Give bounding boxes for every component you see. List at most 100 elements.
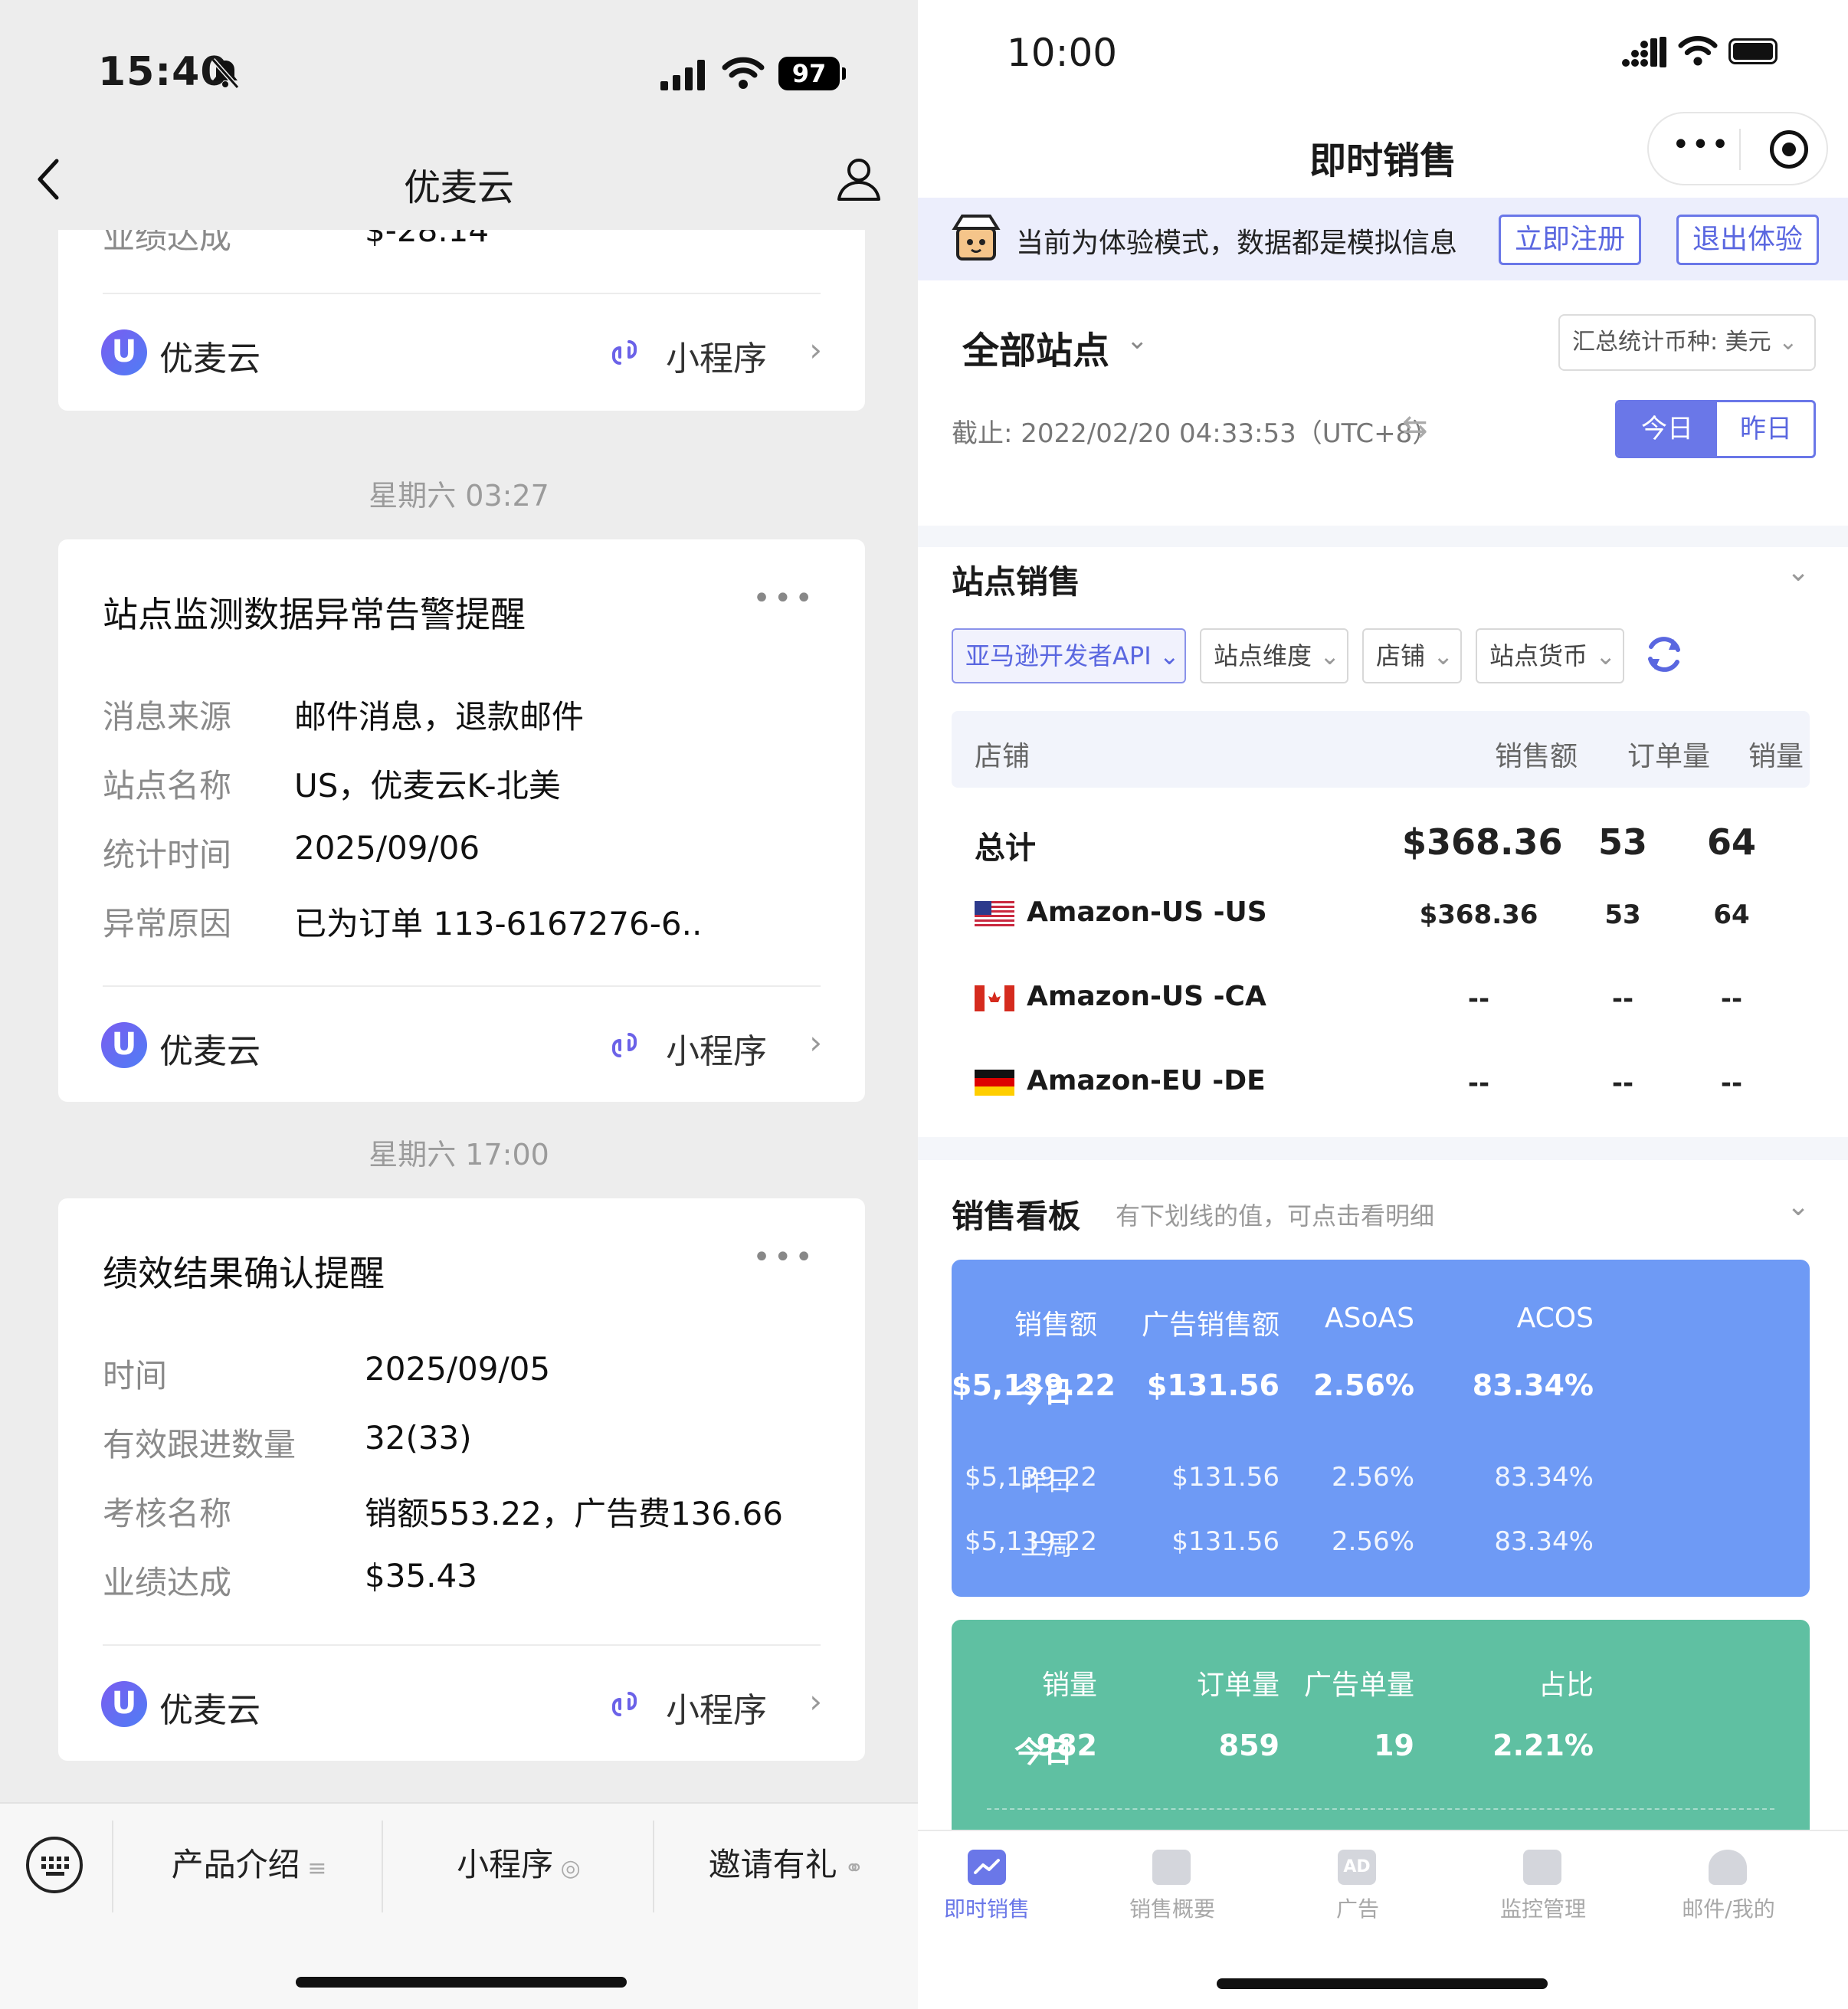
brand-name: 优麦云 [159, 1691, 260, 1730]
mini-program-link[interactable]: 小程序 [666, 331, 767, 380]
menu-mini-program[interactable]: 小程序 ◎ [385, 1834, 653, 1896]
shop-orders[interactable]: 53 [1569, 900, 1676, 930]
total-qty[interactable]: 64 [1686, 821, 1778, 863]
metric-value[interactable]: $131.56 [1111, 1368, 1280, 1402]
sales-board-hint: 有下划线的值，可点击看明细 [1116, 1201, 1435, 1231]
shop-sales[interactable]: $368.36 [1402, 900, 1555, 930]
chip-label: 亚马逊开发者API [965, 641, 1152, 670]
tab-ads[interactable]: 广告 [1289, 1893, 1427, 1923]
chip-label: 站点维度 [1214, 641, 1312, 670]
yesterday-tab[interactable]: 昨日 [1717, 402, 1814, 456]
chevron-right-icon: › [809, 331, 822, 369]
metric-header: 广告销售额 [1141, 1309, 1280, 1341]
message-card-partial[interactable]: 业绩达成 $-28.14 U 优麦云 小程序 › [58, 230, 865, 411]
close-miniprogram-icon[interactable] [1770, 130, 1808, 169]
menu-divider [112, 1821, 113, 1912]
metric-value[interactable]: 859 [1111, 1729, 1280, 1762]
field-value: 已为订单 113-6167276-6.. [294, 905, 703, 942]
card-title: 绩效结果确认提醒 [103, 1253, 385, 1294]
exit-trial-button[interactable]: 退出体验 [1676, 215, 1819, 265]
metric-value: 2.56% [1331, 1462, 1414, 1493]
mini-program-link-icon [612, 340, 637, 365]
brand-name: 优麦云 [159, 339, 260, 379]
chevron-right-icon: › [809, 1024, 822, 1061]
battery-indicator: 97 [778, 57, 846, 90]
chart-line-icon [968, 1850, 1006, 1885]
more-icon[interactable]: ••• [1672, 127, 1731, 162]
column-header: 销售额 [1494, 741, 1578, 772]
tab-sales-summary[interactable]: 销售概要 [1103, 1893, 1241, 1923]
message-card-site-alert[interactable]: 站点监测数据异常告警提醒 ••• 消息来源 邮件消息，退款邮件 站点名称 US，… [58, 539, 865, 1102]
shop-name: Amazon-US -CA [1027, 981, 1266, 1012]
chip-label: 站点货币 [1489, 641, 1588, 670]
message-stream[interactable]: 业绩达成 $-28.14 U 优麦云 小程序 › 星期六 03:27 站点监测数… [0, 230, 918, 1801]
cutoff-time: 截止: 2022/02/20 04:33:53（UTC+8） [952, 418, 1439, 449]
metric-value: 2.21% [1492, 1729, 1594, 1762]
mini-program-link[interactable]: 小程序 [666, 1024, 767, 1073]
metric-header: ACOS [1516, 1303, 1594, 1334]
brand-name: 优麦云 [159, 1032, 260, 1071]
chip-site-currency[interactable]: 站点货币 ⌄ [1476, 628, 1624, 683]
field-value: 2025/09/06 [294, 829, 480, 867]
field-value: 邮件消息，退款邮件 [294, 698, 585, 736]
shop-qty[interactable]: 64 [1686, 900, 1778, 930]
menu-invite[interactable]: 邀请有礼 ⚭ [656, 1834, 916, 1896]
tab-monitoring[interactable]: 监控管理 [1474, 1893, 1612, 1923]
total-sales[interactable]: $368.36 [1402, 821, 1563, 863]
chevron-down-icon: ⌄ [1151, 641, 1180, 670]
shop-name: Amazon-US -US [1027, 896, 1267, 928]
column-header: 销量 [1748, 741, 1804, 772]
metric-value[interactable]: 982 [952, 1729, 1097, 1762]
chevron-down-icon: ⌄ [1778, 329, 1798, 356]
tab-mail-me[interactable]: 邮件/我的 [1660, 1893, 1797, 1923]
chip-site-dimension[interactable]: 站点维度 ⌄ [1200, 628, 1348, 683]
menu-product-intro[interactable]: 产品介绍 ≡ [115, 1834, 383, 1896]
field-label: 统计时间 [103, 836, 232, 873]
total-orders[interactable]: 53 [1569, 821, 1676, 863]
metric-value: 2.56% [1331, 1526, 1414, 1557]
collapse-chevron-icon[interactable]: ⌄ [1787, 556, 1810, 588]
de-flag-icon [975, 1070, 1014, 1096]
metric-header: ASoAS [1325, 1303, 1414, 1334]
youmaiyun-logo-icon: U [101, 1681, 147, 1727]
profile-icon[interactable] [835, 155, 883, 202]
field-label: 消息来源 [103, 698, 232, 736]
message-card-performance[interactable]: 绩效结果确认提醒 ••• 时间 2025/09/05 有效跟进数量 32(33)… [58, 1198, 865, 1761]
menu-label: 邀请有礼 [708, 1846, 837, 1883]
field-value: 2025/09/05 [365, 1350, 551, 1388]
column-header: 店铺 [975, 741, 1030, 772]
refresh-icon[interactable] [1643, 633, 1686, 676]
site-selector[interactable]: 全部站点 [962, 320, 1109, 374]
metric-value[interactable]: $5,139.22 [952, 1368, 1116, 1402]
metric-header: 销量 [1041, 1670, 1097, 1701]
cellular-signal-icon [1622, 37, 1666, 67]
tab-instant-sales[interactable]: 即时销售 [918, 1893, 1056, 1923]
divider [103, 985, 821, 987]
chevron-right-icon: › [809, 1683, 822, 1720]
keyboard-toggle-icon[interactable] [26, 1837, 83, 1893]
register-button[interactable]: 立即注册 [1499, 215, 1641, 265]
wechat-chat-screen: 15:40 97 优麦云 业绩达成 $-28.14 U 优麦云 小程序 › 星期… [0, 0, 918, 2009]
day-toggle: 今日 昨日 [1615, 400, 1816, 458]
metric-header: 广告单量 [1303, 1670, 1414, 1701]
mini-program-link[interactable]: 小程序 [666, 1683, 767, 1732]
currency-selector[interactable]: 汇总统计币种: 美元 ⌄ [1558, 314, 1816, 371]
collapse-chevron-icon[interactable]: ⌄ [1787, 1191, 1810, 1222]
metric-value[interactable]: 19 [1257, 1729, 1414, 1762]
swap-icon[interactable]: ⇆ [1402, 409, 1428, 444]
card-title: 站点监测数据异常告警提醒 [103, 594, 526, 635]
chip-store[interactable]: 店铺 ⌄ [1362, 628, 1462, 683]
ca-flag-icon [975, 985, 1014, 1011]
filter-panel: 全部站点 ⌄ 汇总统计币种: 美元 ⌄ 截止: 2022/02/20 04:33… [918, 280, 1848, 526]
panel-gap [918, 526, 1848, 547]
mini-program-icon: ◎ [553, 1855, 581, 1882]
more-icon[interactable]: ••• [752, 581, 816, 616]
today-tab[interactable]: 今日 [1617, 402, 1717, 456]
chip-amazon-api[interactable]: 亚马逊开发者API ⌄ [952, 628, 1186, 683]
divider [103, 293, 821, 294]
menu-divider [382, 1821, 383, 1912]
chip-label: 店铺 [1376, 641, 1426, 670]
more-icon[interactable]: ••• [752, 1240, 816, 1275]
currency-label: 汇总统计币种: 美元 [1572, 329, 1771, 356]
shop-sales: -- [1467, 984, 1490, 1014]
